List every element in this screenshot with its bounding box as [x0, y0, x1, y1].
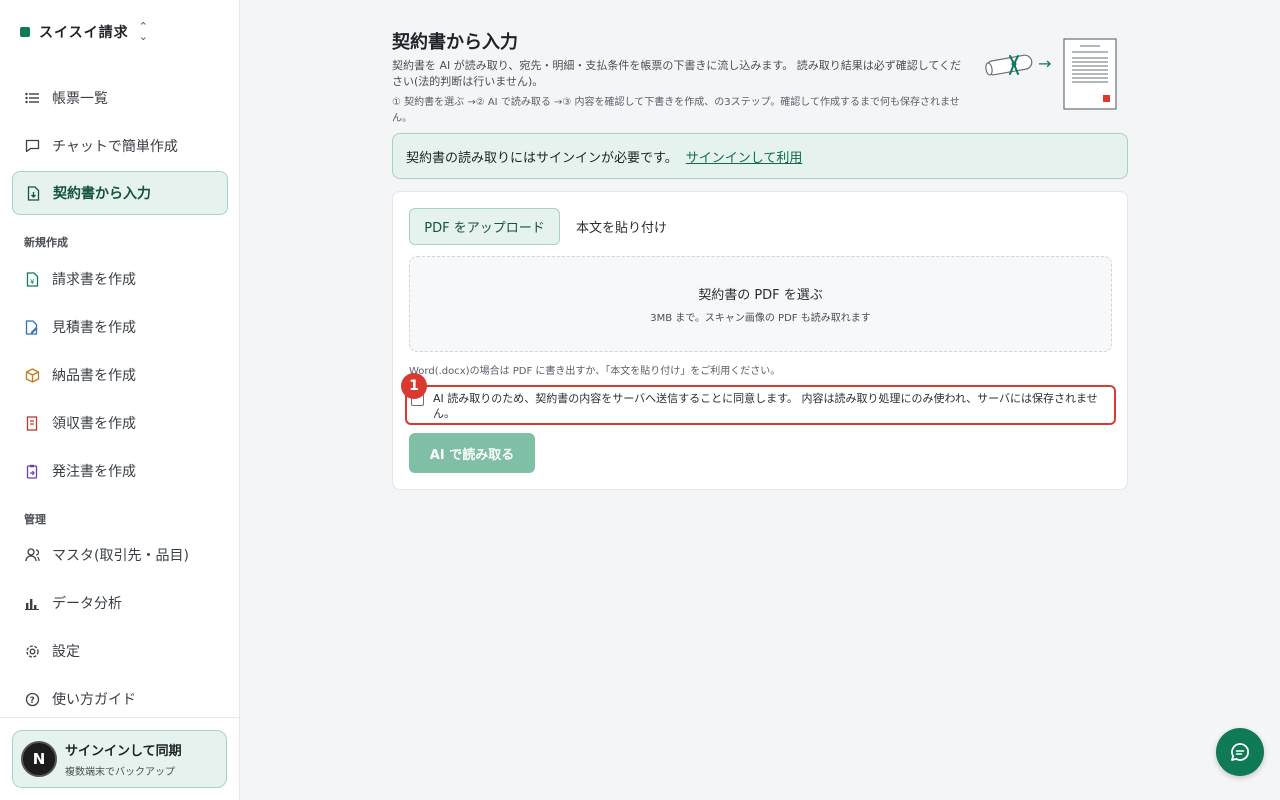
receipt-icon	[24, 415, 40, 431]
sidebar-item-label: データ分析	[52, 596, 122, 612]
chevron-updown-icon: ⌃ ⌄	[138, 20, 148, 43]
docx-hint: Word(.docx)の場合は PDF に書き出すか、「本文を貼り付け」をご利用…	[409, 366, 781, 377]
chat-bubble-icon	[24, 138, 40, 154]
sidebar-item-analytics[interactable]: データ分析	[12, 581, 228, 625]
dropzone-subtitle: 3MB まで。スキャン画像の PDF も読み取れます	[650, 313, 871, 324]
signin-subtitle: 複数端末でバックアップ	[65, 767, 175, 778]
sidebar-item-label: 請求書を作成	[52, 272, 136, 288]
document-import-icon	[25, 185, 41, 201]
quote-icon	[24, 319, 40, 335]
gear-icon	[24, 643, 40, 659]
help-icon: ?	[24, 691, 40, 707]
step-badge: 1	[401, 373, 427, 399]
steps-description: ① 契約書を選ぶ →② AI で読み取る →③ 内容を確認して下書きを作成、の3…	[392, 97, 960, 124]
sidebar-item-label: マスタ(取引先・品目)	[52, 548, 189, 564]
signin-sync-button[interactable]: N サインインして同期 複数端末でバックアップ	[12, 730, 227, 788]
document-icon	[1063, 38, 1117, 110]
sidebar-item-settings[interactable]: 設定	[12, 629, 228, 673]
sidebar-item-create-invoice[interactable]: ¥ 請求書を作成	[12, 257, 228, 301]
box-icon	[24, 367, 40, 383]
pdf-dropzone[interactable]: 契約書の PDF を選ぶ 3MB まで。スキャン画像の PDF も読み取れます	[409, 256, 1112, 352]
sidebar-item-label: 納品書を作成	[52, 368, 136, 384]
section-label-manage: 管理	[24, 513, 46, 526]
page-description: 契約書を AI が読み取り、宛先・明細・支払条件を帳票の下書きに流し込みます。 …	[392, 59, 962, 88]
sidebar-item-label: 設定	[52, 644, 80, 660]
list-icon	[24, 90, 40, 106]
sidebar-item-guide[interactable]: ? 使い方ガイド	[12, 677, 228, 721]
sidebar-item-label: 発注書を作成	[52, 464, 136, 480]
dropzone-title: 契約書の PDF を選ぶ	[698, 288, 823, 303]
svg-text:¥: ¥	[30, 278, 35, 286]
sidebar-item-label: 契約書から入力	[53, 186, 151, 202]
chat-icon	[1231, 743, 1249, 761]
sidebar: スイスイ請求 ⌃ ⌄ 帳票一覧 チャットで簡単作成 契約書から入力 新規作成 ¥ …	[0, 0, 240, 800]
notice-text: 契約書の読み取りにはサインインが必要です。	[406, 150, 678, 166]
sidebar-item-label: 使い方ガイド	[52, 692, 136, 708]
sidebar-divider	[0, 717, 240, 718]
sidebar-item-create-receipt[interactable]: 領収書を作成	[12, 401, 228, 445]
upload-card: PDF をアップロード 本文を貼り付け 契約書の PDF を選ぶ 3MB まで。…	[392, 191, 1128, 490]
signin-link[interactable]: サインインして利用	[686, 147, 803, 166]
scroll-icon	[985, 54, 1033, 76]
sidebar-item-contract-import[interactable]: 契約書から入力	[12, 171, 228, 215]
signin-required-notice: 契約書の読み取りにはサインインが必要です。 サインインして利用	[392, 133, 1128, 179]
consent-row: 1 AI 読み取りのため、契約書の内容をサーバへ送信することに同意します。 内容…	[401, 373, 1116, 425]
sidebar-item-label: 領収書を作成	[52, 416, 136, 432]
bar-chart-icon	[24, 595, 40, 611]
brand-name: スイスイ請求	[39, 25, 129, 41]
sidebar-item-create-delivery[interactable]: 納品書を作成	[12, 353, 228, 397]
svg-text:?: ?	[29, 696, 34, 706]
sidebar-item-chat-create[interactable]: チャットで簡単作成	[12, 124, 228, 168]
user-icon	[24, 547, 40, 563]
sidebar-item-label: 帳票一覧	[52, 91, 108, 107]
signin-title: サインインして同期	[65, 744, 182, 759]
sidebar-item-master[interactable]: マスタ(取引先・品目)	[12, 533, 228, 577]
arrow-right-icon: →	[1038, 54, 1051, 73]
tab-paste-text[interactable]: 本文を貼り付け	[564, 208, 679, 245]
contract-to-document-illustration: →	[985, 38, 1117, 110]
chat-support-button[interactable]	[1216, 728, 1264, 776]
avatar: N	[21, 741, 57, 777]
tab-pdf-upload[interactable]: PDF をアップロード	[409, 208, 560, 245]
sidebar-item-document-list[interactable]: 帳票一覧	[12, 76, 228, 120]
sidebar-item-label: チャットで簡単作成	[52, 139, 178, 155]
main-content: 契約書から入力 契約書を AI が読み取り、宛先・明細・支払条件を帳票の下書きに…	[392, 28, 1128, 490]
sidebar-item-create-quote[interactable]: 見積書を作成	[12, 305, 228, 349]
invoice-icon: ¥	[24, 271, 40, 287]
brand-logo-icon	[20, 27, 30, 37]
section-label-create: 新規作成	[24, 236, 68, 249]
sidebar-item-label: 見積書を作成	[52, 320, 136, 336]
ai-read-button[interactable]: AI で読み取る	[409, 433, 535, 473]
consent-text: AI 読み取りのため、契約書の内容をサーバへ送信することに同意します。 内容は読…	[433, 392, 1098, 420]
sidebar-item-create-order[interactable]: 発注書を作成	[12, 449, 228, 493]
clipboard-icon	[24, 463, 40, 479]
workspace-switcher[interactable]: スイスイ請求 ⌃ ⌄	[20, 20, 148, 43]
